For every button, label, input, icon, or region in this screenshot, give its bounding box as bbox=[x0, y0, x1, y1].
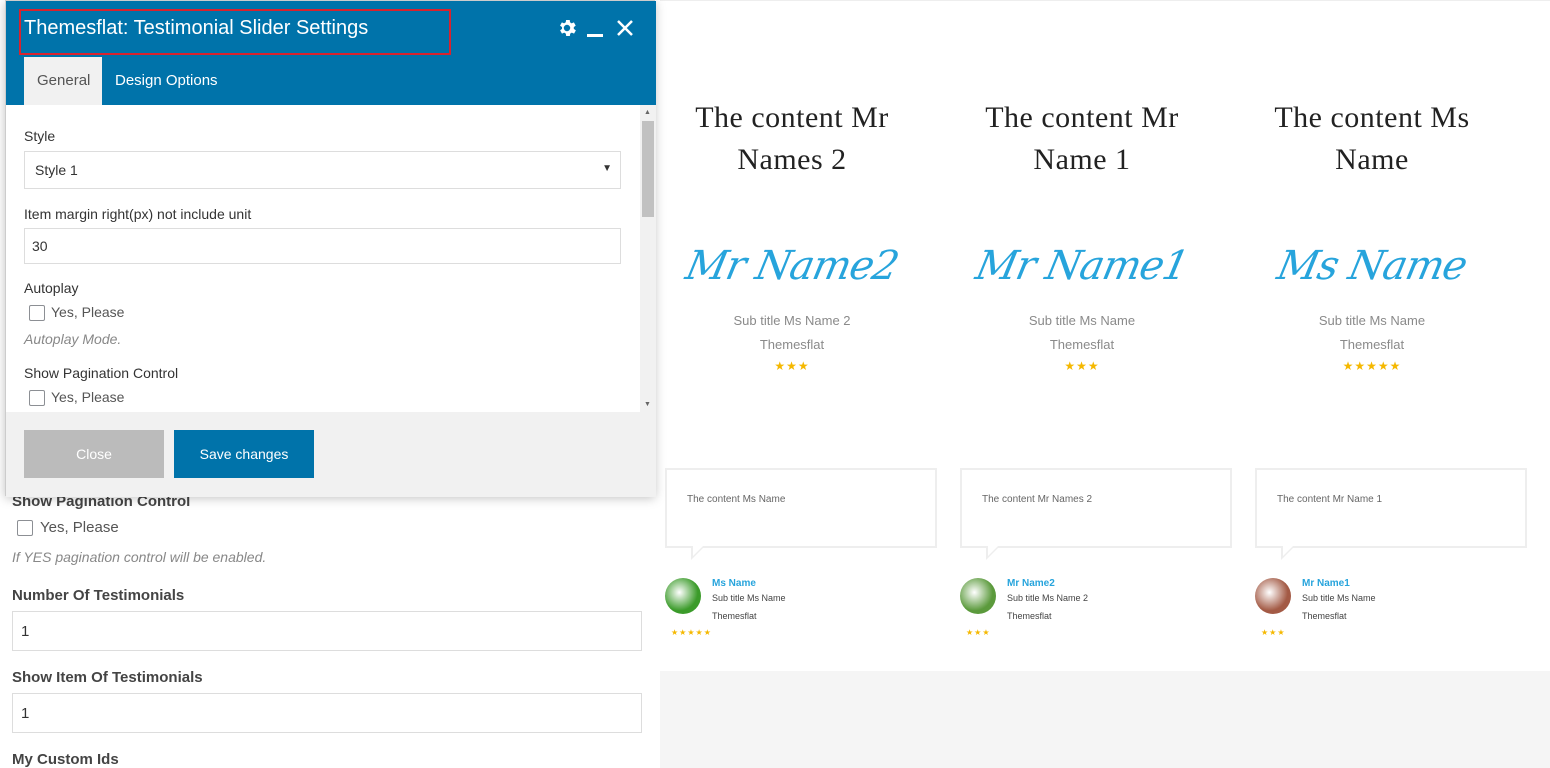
number-testimonials-input[interactable]: 1 bbox=[12, 611, 642, 651]
bubble-content: The content Mr Names 2 bbox=[982, 494, 1093, 505]
star-rating: ★★★ bbox=[1261, 628, 1286, 637]
settings-modal: Themesflat: Testimonial Slider Settings … bbox=[5, 0, 656, 497]
testimonial-company: Themesflat bbox=[759, 337, 825, 352]
testimonial-bubble: The content Mr Name 1 bbox=[1255, 468, 1527, 560]
autoplay-hint: Autoplay Mode. bbox=[24, 331, 122, 347]
scroll-down-icon[interactable]: ▼ bbox=[644, 401, 651, 408]
minimize-icon[interactable] bbox=[586, 17, 604, 44]
testimonial-bubble-card: The content Ms Name Ms Name Sub title Ms… bbox=[665, 468, 937, 637]
testimonial-card: The content Mr Name 1 Mr Name1 Sub title… bbox=[952, 97, 1212, 373]
scroll-up-icon[interactable]: ▲ bbox=[644, 109, 651, 116]
testimonial-preview: The content Mr Names 2 Mr Name2 Sub titl… bbox=[660, 0, 1550, 768]
pagination-checkbox[interactable] bbox=[29, 390, 45, 406]
modal-footer: Close Save changes bbox=[6, 412, 656, 497]
pagination-label: Show Pagination Control bbox=[24, 365, 179, 381]
style-select-value: Style 1 bbox=[35, 162, 78, 178]
author-company: Themesflat bbox=[712, 611, 757, 621]
testimonial-signature: Ms Name bbox=[1273, 243, 1471, 289]
style-label: Style bbox=[24, 128, 56, 144]
bubble-content: The content Mr Name 1 bbox=[1277, 494, 1383, 505]
margin-input[interactable]: 30 bbox=[24, 228, 621, 264]
bg-pagination-hint: If YES pagination control will be enable… bbox=[12, 549, 267, 565]
modal-scrollbar[interactable]: ▲ ▼ bbox=[640, 105, 656, 412]
star-rating: ★★★ bbox=[966, 628, 991, 637]
avatar bbox=[1255, 578, 1291, 614]
testimonial-signature: Mr Name2 bbox=[681, 243, 903, 289]
style-select[interactable]: Style 1 ▼ bbox=[24, 151, 621, 189]
close-icon[interactable] bbox=[615, 17, 635, 44]
author-company: Themesflat bbox=[1302, 611, 1347, 621]
modal-body: Style Style 1 ▼ Item margin right(px) no… bbox=[6, 105, 656, 412]
tab-design-options[interactable]: Design Options bbox=[102, 57, 231, 105]
testimonial-bubble: The content Ms Name bbox=[665, 468, 937, 560]
star-rating: ★★★ bbox=[774, 359, 810, 373]
testimonial-company: Themesflat bbox=[1049, 337, 1115, 352]
testimonial-content: The content Mr Name 1 bbox=[985, 101, 1179, 176]
testimonial-company: Themesflat bbox=[1339, 337, 1405, 352]
autoplay-label: Autoplay bbox=[24, 280, 79, 296]
avatar bbox=[960, 578, 996, 614]
save-changes-button[interactable]: Save changes bbox=[174, 430, 314, 478]
dropdown-arrow-icon: ▼ bbox=[602, 163, 612, 174]
autoplay-checkbox[interactable] bbox=[29, 305, 45, 321]
margin-label: Item margin right(px) not include unit bbox=[24, 206, 252, 222]
tab-general[interactable]: General bbox=[24, 57, 102, 105]
testimonial-author: Mr Name1 Sub title Ms Name Themesflat ★★… bbox=[1255, 576, 1527, 637]
testimonial-content: The content Ms Name bbox=[1274, 101, 1470, 176]
testimonial-bubble: The content Mr Names 2 bbox=[960, 468, 1232, 560]
author-name: Mr Name2 bbox=[1007, 578, 1055, 589]
testimonial-card: The content Mr Names 2 Mr Name2 Sub titl… bbox=[662, 97, 922, 373]
testimonial-subtitle: Sub title Ms Name bbox=[1318, 313, 1426, 328]
show-item-label: Show Item Of Testimonials bbox=[12, 669, 203, 686]
bubble-content: The content Ms Name bbox=[687, 494, 786, 505]
gear-icon[interactable] bbox=[556, 17, 578, 44]
preview-footer-area bbox=[660, 671, 1550, 768]
pagination-checkbox-label: Yes, Please bbox=[51, 389, 125, 405]
modal-header: Themesflat: Testimonial Slider Settings … bbox=[6, 1, 656, 105]
number-testimonials-label: Number Of Testimonials bbox=[12, 587, 185, 604]
autoplay-checkbox-label: Yes, Please bbox=[51, 304, 125, 320]
author-subtitle: Sub title Ms Name bbox=[712, 593, 786, 603]
bg-pagination-checkbox[interactable] bbox=[17, 520, 33, 536]
testimonial-signature: Mr Name1 bbox=[971, 243, 1193, 289]
testimonial-content: The content Mr Names 2 bbox=[695, 101, 889, 176]
scrollbar-thumb[interactable] bbox=[642, 121, 654, 217]
testimonial-bubble-card: The content Mr Names 2 Mr Name2 Sub titl… bbox=[960, 468, 1232, 637]
star-rating: ★★★ bbox=[1064, 359, 1100, 373]
show-item-input[interactable]: 1 bbox=[12, 693, 642, 733]
author-company: Themesflat bbox=[1007, 611, 1052, 621]
custom-ids-label: My Custom Ids bbox=[12, 751, 119, 768]
testimonial-card: The content Ms Name Ms Name Sub title Ms… bbox=[1242, 97, 1502, 373]
author-subtitle: Sub title Ms Name 2 bbox=[1007, 593, 1089, 603]
testimonial-author: Ms Name Sub title Ms Name Themesflat ★★★… bbox=[665, 576, 937, 637]
testimonial-subtitle: Sub title Ms Name bbox=[1028, 313, 1136, 328]
testimonial-subtitle: Sub title Ms Name 2 bbox=[733, 313, 851, 328]
star-rating: ★★★★★ bbox=[671, 628, 712, 637]
close-button[interactable]: Close bbox=[24, 430, 164, 478]
author-name: Mr Name1 bbox=[1302, 578, 1350, 589]
testimonial-bubble-card: The content Mr Name 1 Mr Name1 Sub title… bbox=[1255, 468, 1527, 637]
avatar bbox=[665, 578, 701, 614]
testimonial-author: Mr Name2 Sub title Ms Name 2 Themesflat … bbox=[960, 576, 1232, 637]
bg-pagination-checkbox-label: Yes, Please bbox=[40, 519, 119, 536]
author-subtitle: Sub title Ms Name bbox=[1302, 593, 1376, 603]
title-highlight-box bbox=[19, 9, 451, 55]
star-rating: ★★★★★ bbox=[1342, 359, 1402, 373]
author-name: Ms Name bbox=[712, 578, 756, 589]
